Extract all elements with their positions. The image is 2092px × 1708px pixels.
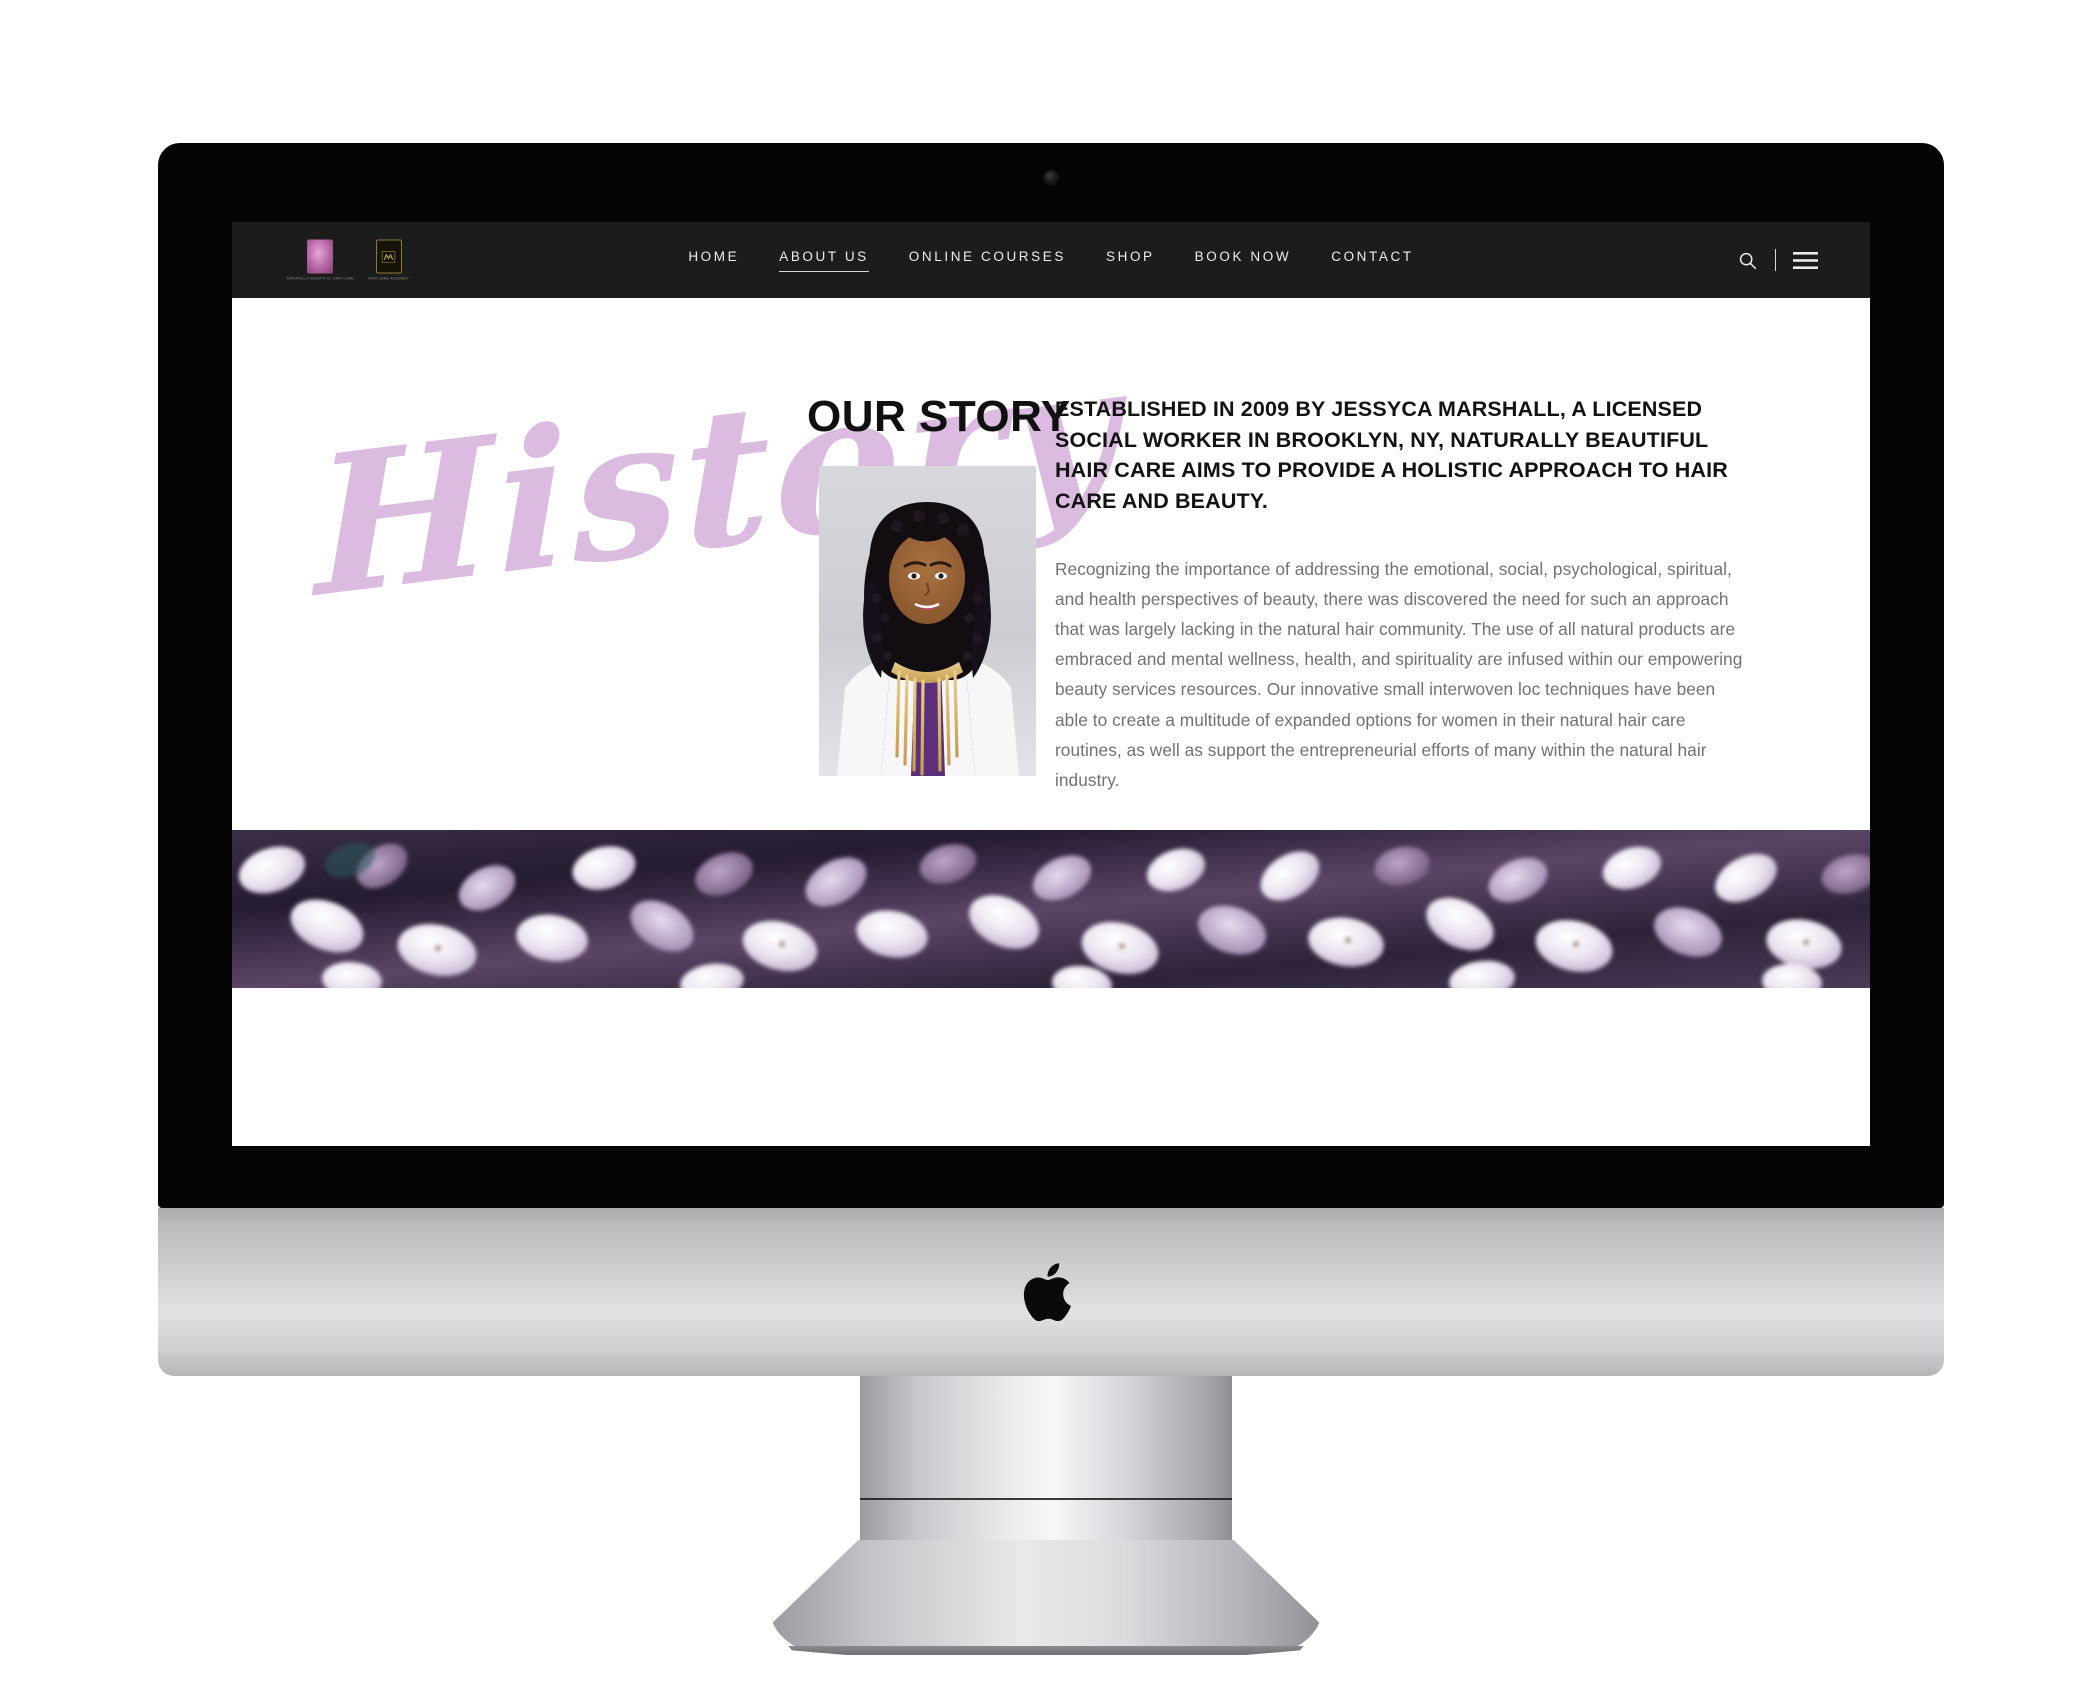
founder-portrait-image (819, 466, 1036, 776)
story-copy-block: ESTABLISHED IN 2009 BY JESSYCA MARSHALL,… (1055, 394, 1745, 795)
website-viewport: NATURALLY BEAUTIFUL HAIR CARE HAIR CARE … (232, 222, 1870, 1146)
nav-item-about-us[interactable]: ABOUT US (779, 249, 869, 272)
brand-mark-pink-icon (307, 239, 334, 274)
page-title: OUR STORY (807, 392, 1071, 441)
primary-nav-links: HOME ABOUT US ONLINE COURSES SHOP BOOK N… (688, 249, 1413, 272)
nav-tools (1737, 249, 1818, 271)
logo-badge-secondary[interactable]: HAIR CARE ACADEMY (367, 239, 410, 281)
monitor-stand-base (770, 1540, 1322, 1655)
monitor-stand-neck (860, 1376, 1232, 1566)
logo-badge-primary-caption: NATURALLY BEAUTIFUL HAIR CARE (287, 276, 354, 281)
nav-divider (1774, 249, 1776, 271)
logo-badge-primary[interactable]: NATURALLY BEAUTIFUL HAIR CARE (287, 239, 354, 281)
story-lede-text: ESTABLISHED IN 2009 BY JESSYCA MARSHALL,… (1055, 397, 1728, 513)
nav-item-home[interactable]: HOME (688, 249, 739, 271)
nav-item-book-now[interactable]: BOOK NOW (1195, 249, 1292, 271)
webcam-dot (1044, 171, 1058, 184)
nav-item-contact[interactable]: CONTACT (1331, 249, 1413, 271)
search-icon[interactable] (1737, 250, 1758, 271)
apple-logo (1023, 1263, 1071, 1322)
hamburger-menu-icon[interactable] (1793, 251, 1818, 270)
hero-section: History OUR STORY ESTABLISHED IN 2009 BY… (232, 298, 1870, 988)
floral-banner-image (232, 830, 1870, 988)
site-logo-group[interactable]: NATURALLY BEAUTIFUL HAIR CARE HAIR CARE … (287, 239, 410, 281)
brand-mark-gold-icon (375, 239, 402, 274)
display-chin (158, 1208, 1944, 1376)
nav-item-shop[interactable]: SHOP (1106, 249, 1155, 271)
imac-mockup: NATURALLY BEAUTIFUL HAIR CARE HAIR CARE … (0, 0, 2092, 1708)
site-header-nav: NATURALLY BEAUTIFUL HAIR CARE HAIR CARE … (232, 222, 1870, 298)
nav-item-online-courses[interactable]: ONLINE COURSES (909, 249, 1066, 271)
story-body-text: Recognizing the importance of addressing… (1055, 559, 1743, 790)
logo-badge-secondary-caption: HAIR CARE ACADEMY (367, 276, 410, 281)
